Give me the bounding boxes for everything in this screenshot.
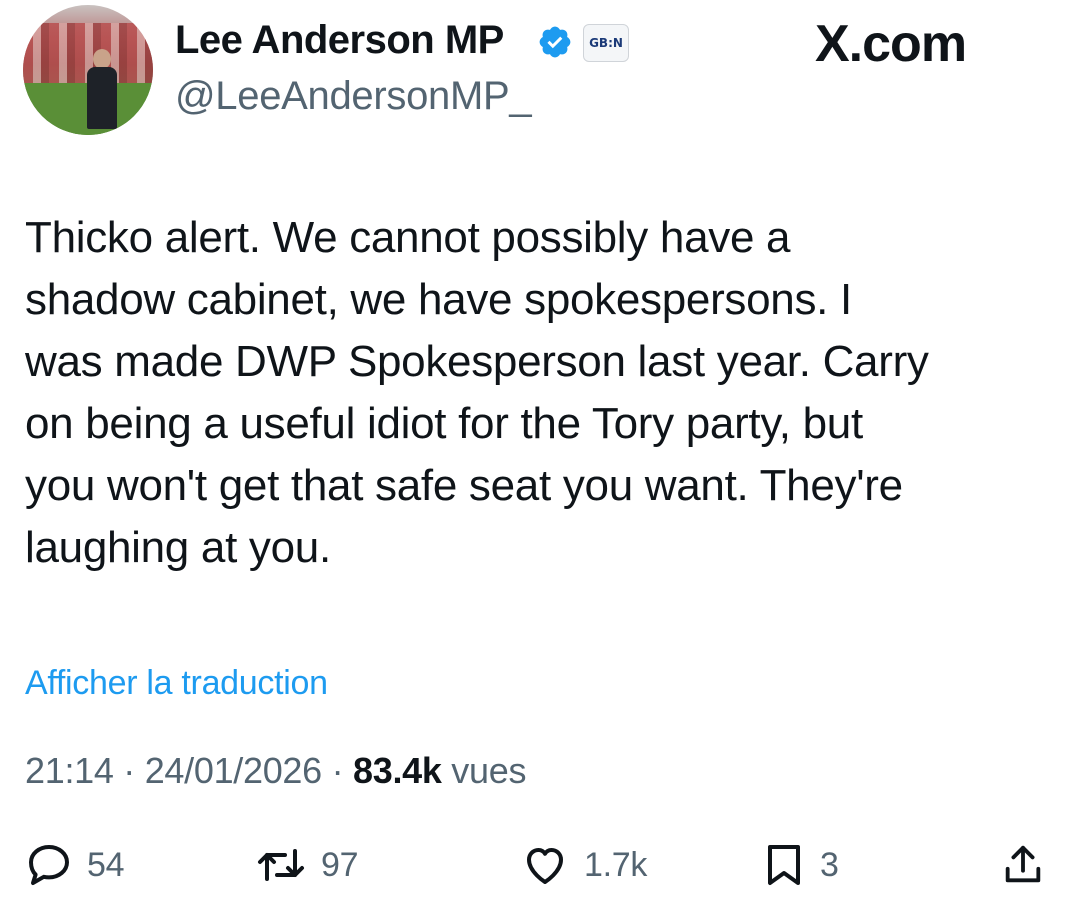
like-button[interactable]: 1.7k	[520, 835, 647, 895]
share-upload-icon	[1005, 845, 1041, 883]
translate-link[interactable]: Afficher la traduction	[25, 664, 328, 703]
repost-arrows-icon	[258, 849, 304, 881]
user-handle[interactable]: @LeeAndersonMP_	[175, 74, 532, 119]
tweet-date[interactable]: 24/01/2026	[145, 750, 322, 791]
display-name[interactable]: Lee Anderson MP	[175, 18, 504, 63]
bookmark-count: 3	[820, 845, 839, 884]
action-bar: 54 97 1.7k 3	[0, 835, 1080, 895]
meta-separator: ·	[331, 750, 344, 791]
meta-separator: ·	[123, 750, 135, 791]
bookmark-button[interactable]: 3	[762, 835, 839, 895]
reply-button[interactable]: 54	[25, 835, 125, 895]
tweet-text: Thicko alert. We cannot possibly have a …	[25, 213, 929, 572]
views-count: 83.4k	[353, 750, 442, 791]
heart-icon	[527, 848, 563, 884]
like-count: 1.7k	[584, 845, 648, 884]
brand-watermark: X.com	[815, 15, 967, 73]
affiliate-badge[interactable]: GB:N	[583, 24, 629, 62]
bookmark-icon	[768, 845, 800, 885]
tweet-meta: 21:14 · 24/01/2026 · 83.4k vues	[25, 750, 526, 792]
repost-count: 97	[321, 845, 359, 884]
profile-avatar[interactable]	[23, 5, 153, 135]
reply-count: 54	[87, 845, 125, 884]
repost-button[interactable]: 97	[255, 835, 359, 895]
verified-badge-icon	[539, 26, 571, 58]
speech-bubble-icon	[29, 845, 69, 885]
share-button[interactable]	[1000, 835, 1046, 895]
views-label: vues	[451, 750, 527, 791]
tweet-time[interactable]: 21:14	[25, 750, 114, 791]
